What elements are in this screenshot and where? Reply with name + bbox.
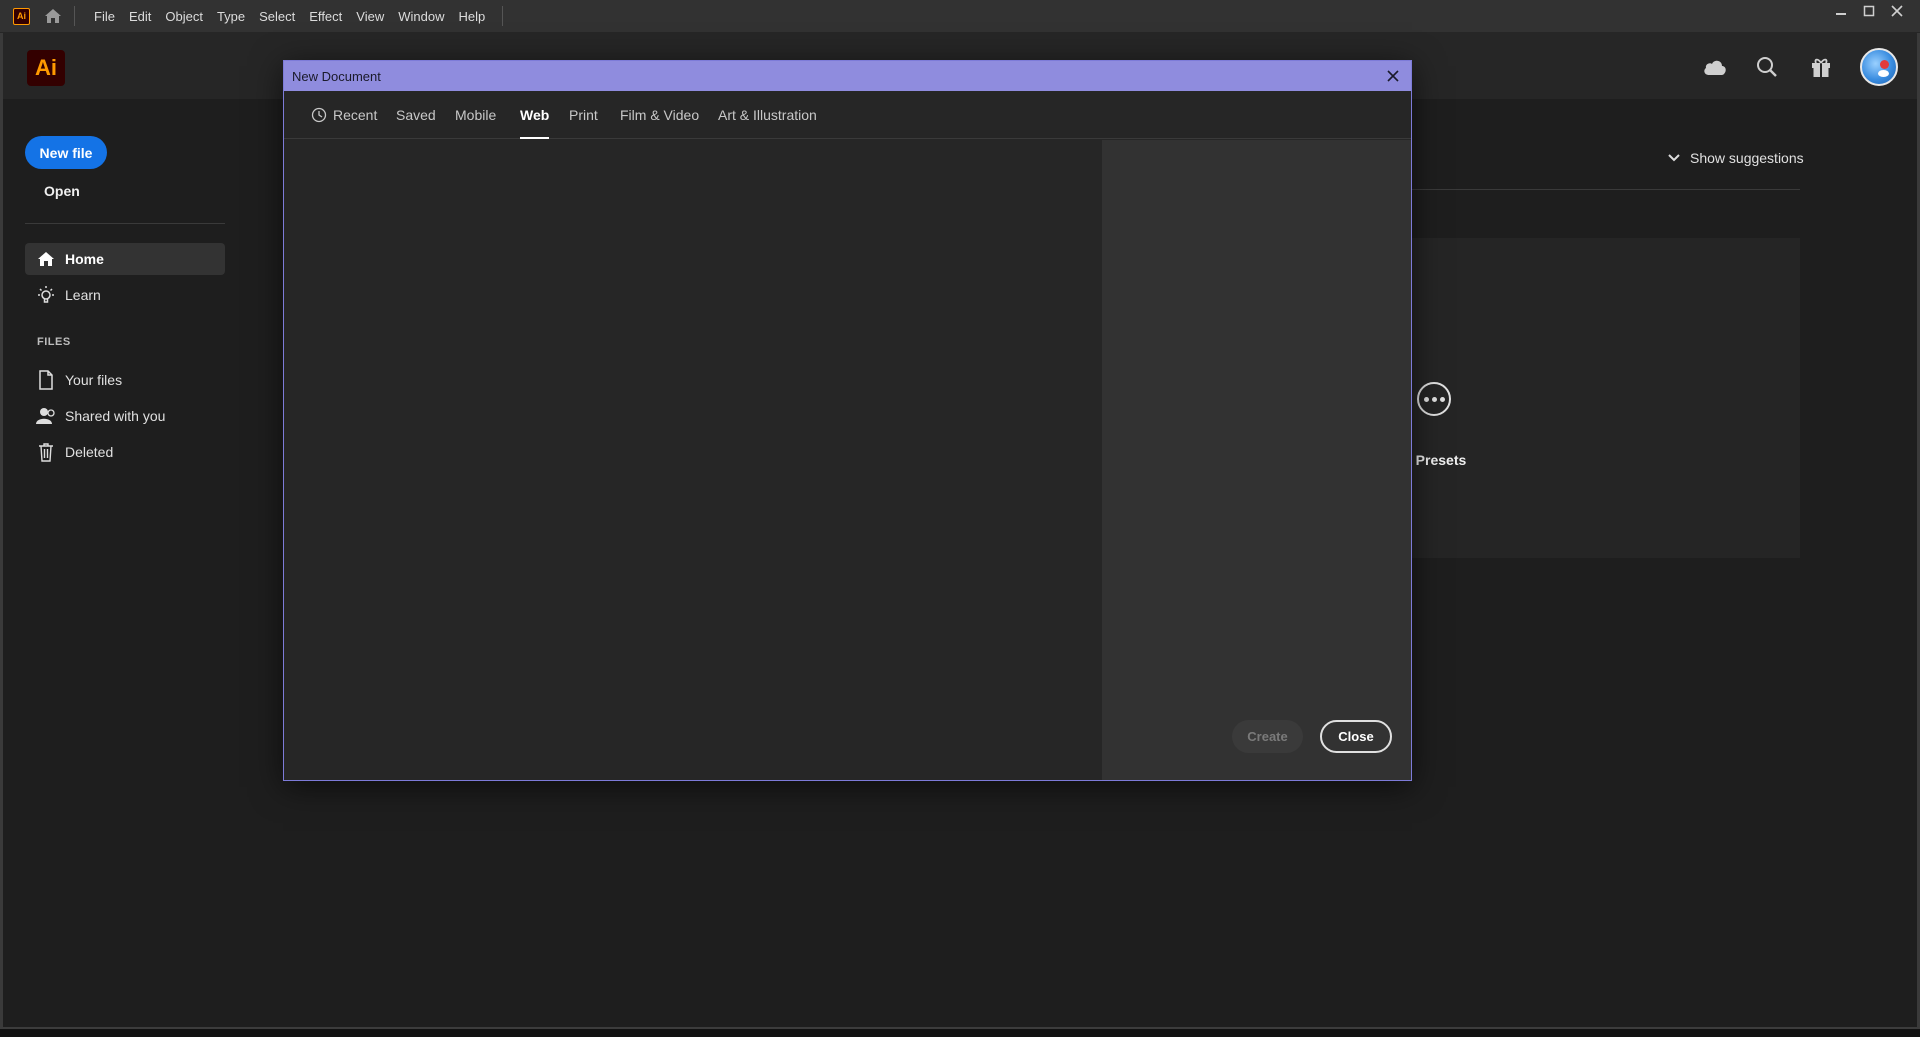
sidebar-item-label: Home [65,251,104,267]
tab-label: Recent [333,107,378,123]
tab-web[interactable]: Web [520,91,550,139]
sidebar-item-shared[interactable]: Shared with you [25,400,225,432]
preset-tabs: Recent Saved Mobile Web Print Film & Vid… [284,91,1411,139]
sidebar-divider [25,223,225,224]
sidebar-item-label: Your files [65,372,123,388]
menu-file[interactable]: File [87,0,122,33]
clock-icon [311,107,327,123]
preset-details-pane [1102,140,1411,780]
menubar: Ai File Edit Object Type Select Effect V… [0,0,1920,33]
window-bottom-edge [0,1027,1920,1037]
menu-select[interactable]: Select [252,0,302,33]
menu-help[interactable]: Help [451,0,492,33]
app-icon: Ai [13,7,30,25]
new-file-button[interactable]: New file [25,136,107,169]
home-icon [35,251,57,267]
tab-label: Film & Video [620,107,700,123]
more-options-icon[interactable] [1417,382,1451,416]
menu-object[interactable]: Object [158,0,210,33]
tab-recent[interactable]: Recent [311,91,377,139]
sidebar-item-label: Shared with you [65,408,166,424]
home-icon[interactable] [42,5,64,27]
sidebar-item-label: Learn [65,287,101,303]
menu-view[interactable]: View [349,0,391,33]
menubar-divider [74,6,75,26]
search-icon[interactable] [1752,52,1782,82]
show-suggestions-toggle[interactable]: Show suggestions [1668,150,1804,166]
tab-saved[interactable]: Saved [396,91,436,139]
sidebar-item-home[interactable]: Home [25,243,225,275]
cloud-icon[interactable] [1700,52,1730,82]
lightbulb-icon [35,285,57,305]
tab-film-video[interactable]: Film & Video [620,91,699,139]
sidebar-item-label: Deleted [65,444,114,460]
tab-print[interactable]: Print [569,91,598,139]
tab-label: Print [569,107,598,123]
sidebar-item-learn[interactable]: Learn [25,279,225,311]
trash-icon [35,442,57,462]
divider [1412,189,1800,190]
new-document-dialog: New Document Recent Saved Mobile Web Pri… [283,60,1412,781]
close-icon[interactable] [1383,66,1403,86]
file-icon [35,370,57,390]
tab-label: Art & Illustration [718,107,817,123]
sidebar-item-deleted[interactable]: Deleted [25,436,225,468]
preset-list-pane: Go [284,140,1102,780]
shared-user-icon [35,407,57,425]
maximize-icon[interactable] [1855,0,1883,22]
tab-mobile[interactable]: Mobile [455,91,496,139]
files-heading: FILES [37,336,71,348]
close-button[interactable]: Close [1320,720,1392,753]
gift-icon[interactable] [1806,52,1836,82]
minimize-icon[interactable] [1827,0,1855,22]
sidebar-item-your-files[interactable]: Your files [25,364,225,396]
chevron-down-icon [1668,154,1680,162]
menu-effect[interactable]: Effect [302,0,349,33]
presets-card[interactable] [1412,238,1800,558]
create-button[interactable]: Create [1232,720,1303,753]
open-link[interactable]: Open [44,183,80,199]
menu-edit[interactable]: Edit [122,0,158,33]
dialog-title: New Document [292,68,381,84]
tab-art-illustration[interactable]: Art & Illustration [718,91,817,139]
avatar[interactable] [1860,48,1898,86]
tab-label: Web [520,107,550,123]
menubar-divider [502,6,504,26]
tab-label: Saved [396,107,436,123]
illustrator-logo: Ai [27,50,65,86]
show-suggestions-label: Show suggestions [1690,150,1804,166]
dialog-title-bar[interactable]: New Document [284,61,1411,91]
tab-label: Mobile [455,107,497,123]
window-close-icon[interactable] [1883,0,1911,22]
menu-type[interactable]: Type [210,0,252,33]
menu-window[interactable]: Window [391,0,451,33]
